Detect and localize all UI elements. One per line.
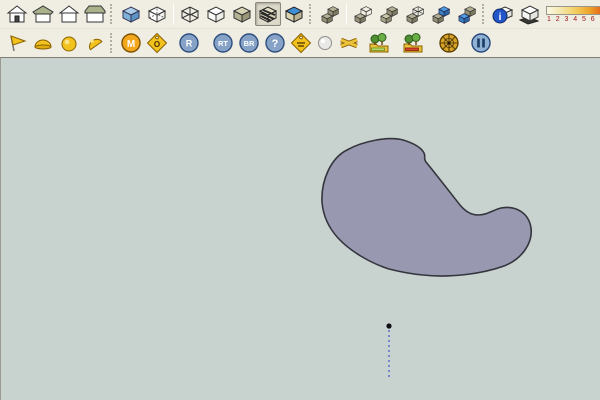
wire-box-pair-button[interactable]	[402, 2, 428, 26]
pause-button[interactable]	[468, 31, 494, 55]
white-sphere-button[interactable]	[314, 31, 336, 55]
back-edges-cube-button[interactable]	[144, 2, 170, 26]
tree-folder-red-icon	[402, 32, 424, 54]
hidden-line-cube-button[interactable]	[203, 2, 229, 26]
toolbar-separator	[346, 4, 347, 25]
monochrome-cube-button[interactable]	[281, 2, 307, 26]
toolbar-separator	[173, 4, 174, 25]
target-button[interactable]	[436, 31, 462, 55]
blob-face[interactable]	[322, 139, 531, 276]
rt-letters: RT	[218, 39, 228, 48]
help-circle-icon: ?	[264, 32, 286, 54]
m-letter: M	[127, 39, 135, 50]
target-icon	[438, 32, 460, 54]
toolbar-row-2: M O R RT BR ?	[0, 28, 600, 57]
hidden-line-cube-icon	[205, 3, 227, 25]
info-cube-icon: i	[492, 3, 514, 25]
flag-icon	[6, 32, 28, 54]
crossed-swords-icon	[338, 32, 360, 54]
toolbar-drag-handle[interactable]	[110, 4, 114, 24]
r-letter: R	[186, 39, 193, 49]
flag-button[interactable]	[4, 31, 30, 55]
drawing-canvas[interactable]	[0, 57, 600, 400]
box-pair-icon	[378, 3, 400, 25]
shell-button[interactable]	[82, 31, 108, 55]
help-question-mark: ?	[272, 38, 279, 50]
vertex-dot	[386, 323, 391, 328]
br-circle-icon: BR	[238, 32, 260, 54]
xray-cube-button[interactable]	[118, 2, 144, 26]
br-circle-button[interactable]: BR	[236, 31, 262, 55]
house-cottage-button[interactable]	[30, 2, 56, 26]
pause-icon	[470, 32, 492, 54]
wire-over-box-button[interactable]	[350, 2, 376, 26]
toolbar-drag-handle[interactable]	[309, 4, 313, 24]
r-circle-icon: R	[178, 32, 200, 54]
br-letters: BR	[244, 39, 255, 48]
shadow-boxes-icon	[319, 3, 341, 25]
label-tag-icon	[290, 32, 312, 54]
shadow-boxes-button[interactable]	[317, 2, 343, 26]
blue-box-pair-icon	[430, 3, 452, 25]
info-cube-button[interactable]: i	[490, 2, 516, 26]
label-tag-button[interactable]	[288, 31, 314, 55]
blue-front-box-pair-button[interactable]	[454, 2, 480, 26]
tree-folder-button[interactable]	[366, 31, 392, 55]
house-front-button[interactable]	[4, 2, 30, 26]
shaded-cube-icon	[231, 3, 253, 25]
info-letter: i	[499, 12, 502, 23]
blue-front-box-pair-icon	[456, 3, 478, 25]
yellow-sphere-icon	[58, 32, 80, 54]
white-sphere-icon	[316, 34, 334, 52]
o-tag-icon: O	[146, 32, 168, 54]
box-pair-button[interactable]	[376, 2, 402, 26]
monochrome-cube-icon	[283, 3, 305, 25]
textured-cube-button[interactable]	[255, 2, 281, 26]
dome-icon	[32, 32, 54, 54]
house-barn-icon	[84, 3, 106, 25]
density-scale-bar[interactable]	[546, 6, 600, 15]
ground-shadow-cube-button[interactable]	[516, 2, 542, 26]
textured-cube-icon	[257, 3, 279, 25]
crossed-swords-button[interactable]	[336, 31, 362, 55]
house-outline-icon	[58, 3, 80, 25]
wire-over-box-icon	[352, 3, 374, 25]
help-circle-button[interactable]: ?	[262, 31, 288, 55]
density-scale[interactable]: 1 2 3 4 5 6 7 8 9	[546, 6, 600, 23]
toolbar-drag-handle[interactable]	[110, 33, 114, 53]
r-circle-button[interactable]: R	[176, 31, 202, 55]
m-circle-button[interactable]: M	[118, 31, 144, 55]
shaded-cube-button[interactable]	[229, 2, 255, 26]
m-circle-icon: M	[120, 32, 142, 54]
model-view	[1, 58, 600, 400]
shell-icon	[84, 32, 106, 54]
toolbar-row-1: i 1 2 3 4 5 6 7 8 9	[0, 0, 600, 28]
wire-box-pair-icon	[404, 3, 426, 25]
rt-circle-button[interactable]: RT	[210, 31, 236, 55]
house-outline-button[interactable]	[56, 2, 82, 26]
tree-folder-icon	[368, 32, 390, 54]
toolbar-drag-handle[interactable]	[482, 4, 486, 24]
wireframe-cube-icon	[179, 3, 201, 25]
house-barn-button[interactable]	[82, 2, 108, 26]
ground-shadow-cube-icon	[518, 3, 540, 25]
dome-button[interactable]	[30, 31, 56, 55]
back-edges-cube-icon	[146, 3, 168, 25]
tree-folder-red-button[interactable]	[400, 31, 426, 55]
blue-box-pair-button[interactable]	[428, 2, 454, 26]
o-letter: O	[154, 40, 160, 49]
density-scale-ticks: 1 2 3 4 5 6 7 8 9	[546, 16, 600, 23]
house-front-icon	[6, 3, 28, 25]
yellow-sphere-button[interactable]	[56, 31, 82, 55]
rt-circle-icon: RT	[212, 32, 234, 54]
house-cottage-icon	[32, 3, 54, 25]
xray-cube-icon	[120, 3, 142, 25]
wireframe-cube-button[interactable]	[177, 2, 203, 26]
o-tag-button[interactable]: O	[144, 31, 170, 55]
